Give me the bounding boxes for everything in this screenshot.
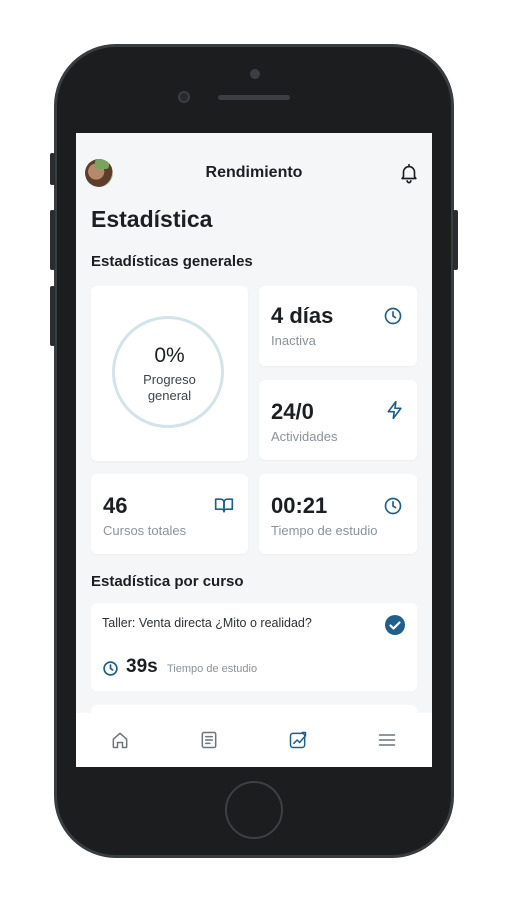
course-stat-card[interactable]: Taller: Venta directa ¿Mito o realidad? … — [91, 603, 417, 691]
total-courses-card: 46 Cursos totales — [91, 474, 248, 554]
activities-value: 24/0 — [271, 399, 314, 424]
proximity-sensor — [250, 69, 260, 79]
book-icon — [214, 498, 234, 513]
app-screen: Rendimiento Estadística Estadísticas gen… — [76, 133, 432, 767]
silent-switch — [50, 153, 55, 185]
page-title: Estadística — [91, 206, 213, 232]
course-title: Taller: Venta directa ¿Mito o realidad? — [102, 616, 312, 630]
progress-card: 0% Progreso general — [91, 286, 248, 461]
clock-icon — [384, 307, 402, 325]
courses-icon[interactable] — [199, 730, 219, 750]
clock-icon — [103, 661, 118, 676]
stats-icon[interactable] — [288, 730, 308, 750]
earpiece-speaker — [218, 95, 290, 100]
inactive-label: Inactiva — [271, 333, 316, 348]
inactive-card: 4 días Inactiva — [259, 286, 417, 366]
header-title: Rendimiento — [205, 164, 303, 181]
home-button[interactable] — [225, 781, 283, 839]
course-time-value: 39s — [126, 656, 158, 677]
power-button — [453, 210, 458, 270]
course-time-label: Tiempo de estudio — [167, 663, 258, 675]
top-bar: Rendimiento — [76, 133, 432, 213]
general-stats-heading: Estadísticas generales — [91, 253, 253, 270]
volume-down-button — [50, 286, 55, 346]
study-time-label: Tiempo de estudio — [271, 523, 378, 538]
volume-up-button — [50, 210, 55, 270]
inactive-value: 4 días — [271, 303, 334, 328]
bell-icon[interactable] — [398, 162, 420, 184]
check-icon — [385, 615, 405, 635]
per-course-heading: Estadística por curso — [91, 573, 244, 590]
lightning-icon — [387, 400, 402, 420]
home-icon[interactable] — [110, 730, 130, 750]
total-courses-label: Cursos totales — [103, 523, 187, 538]
activities-card: 24/0 Actividades — [259, 380, 417, 460]
total-courses-value: 46 — [103, 493, 128, 518]
bottom-nav — [76, 713, 432, 767]
menu-icon[interactable] — [377, 730, 397, 750]
activities-label: Actividades — [271, 429, 338, 444]
front-camera — [178, 91, 190, 103]
study-time-card: 00:21 Tiempo de estudio — [259, 474, 417, 554]
progress-label: Progreso general — [143, 372, 196, 403]
clock-icon — [384, 497, 402, 515]
study-time-value: 00:21 — [271, 493, 328, 518]
progress-value: 0% — [154, 344, 185, 367]
